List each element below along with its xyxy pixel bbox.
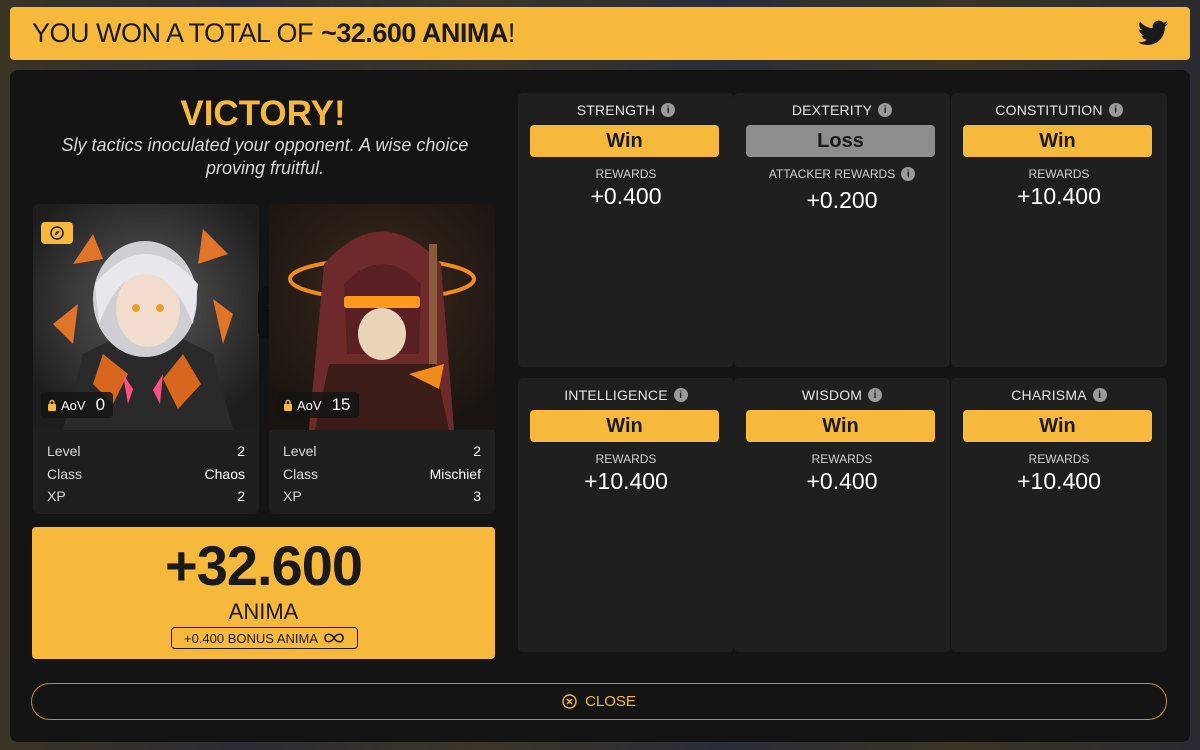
opponent-aov-badge: AoV 15 xyxy=(277,392,359,418)
attr-result-badge: Loss xyxy=(746,125,935,157)
banner-amount: ~32.600 ANIMA xyxy=(321,18,508,48)
attr-name: WISDOM xyxy=(801,387,863,403)
attr-name: STRENGTH xyxy=(576,102,656,118)
player-stats: Level 2 Class Chaos XP 2 xyxy=(47,440,245,508)
reward-label: REWARDS xyxy=(595,452,657,466)
stat-label: Level xyxy=(47,443,81,459)
close-button[interactable]: CLOSE xyxy=(31,683,1167,720)
total-amount: +32.600 xyxy=(165,534,363,597)
close-label: CLOSE xyxy=(585,693,636,710)
attr-panel-strength: STRENGTH i Win REWARDS +0.400 xyxy=(518,93,734,367)
info-icon[interactable]: i xyxy=(1108,103,1123,117)
reward-value: +10.400 xyxy=(1017,468,1101,494)
player-card[interactable]: AoV 0 Level 2 Class Chaos XP 2 xyxy=(33,204,259,514)
bonus-anima-badge: +0.400 BONUS ANIMA xyxy=(171,627,358,649)
attr-name: CONSTITUTION xyxy=(995,102,1103,118)
stat-value: 3 xyxy=(473,488,481,504)
stat-label: Class xyxy=(283,465,319,482)
attr-panel-constitution: CONSTITUTION i Win REWARDS +10.400 xyxy=(951,93,1167,367)
attr-result-badge: Win xyxy=(746,410,935,442)
opponent-card[interactable]: AoV 15 Level 2 Class Mischief XP 3 xyxy=(269,204,495,514)
reward-value: +0.400 xyxy=(590,183,662,209)
stat-row-class: Class Chaos xyxy=(47,463,245,486)
attr-result-badge: Win xyxy=(963,125,1152,157)
aov-value: 0 xyxy=(95,395,106,414)
reward-label: ATTACKER REWARDS xyxy=(768,167,896,181)
stat-row-class: Class Mischief xyxy=(283,463,481,486)
stat-row-xp: XP 3 xyxy=(283,485,481,508)
victory-title: VICTORY! xyxy=(180,94,346,133)
attr-name: CHARISMA xyxy=(1011,387,1087,403)
banner-prefix: YOU WON A TOTAL OF xyxy=(32,18,314,48)
bonus-label: +0.400 BONUS ANIMA xyxy=(183,630,319,646)
info-icon[interactable]: i xyxy=(661,103,676,117)
infinity-icon xyxy=(324,633,344,643)
stat-value: 2 xyxy=(237,443,245,459)
attr-name: INTELLIGENCE xyxy=(564,387,668,403)
stat-value: 2 xyxy=(473,443,481,459)
reward-label: REWARDS xyxy=(1028,452,1090,466)
aov-label: AoV xyxy=(297,397,322,413)
aov-value: 15 xyxy=(331,395,351,414)
total-unit: ANIMA xyxy=(228,599,299,624)
reward-label: REWARDS xyxy=(595,167,657,181)
attr-panel-charisma: CHARISMA i Win REWARDS +10.400 xyxy=(951,378,1167,652)
opponent-stats: Level 2 Class Mischief XP 3 xyxy=(283,440,481,508)
attr-name: DEXTERITY xyxy=(791,102,873,118)
stat-value: Mischief xyxy=(429,465,481,482)
reward-value: +0.200 xyxy=(806,187,878,213)
stat-row-xp: XP 2 xyxy=(47,485,245,508)
compass-badge-icon xyxy=(41,222,73,244)
attr-panel-intelligence: INTELLIGENCE i Win REWARDS +10.400 xyxy=(518,378,734,652)
victory-message: Sly tactics inoculated your opponent. A … xyxy=(61,135,469,178)
reward-value: +0.400 xyxy=(806,468,878,494)
close-circle-icon xyxy=(562,694,577,709)
stat-label: Class xyxy=(47,465,83,482)
lock-icon xyxy=(284,399,292,411)
banner-suffix: ! xyxy=(507,18,516,48)
stat-row-level: Level 2 xyxy=(47,440,245,463)
stat-label: XP xyxy=(283,488,302,504)
attr-result-badge: Win xyxy=(530,125,719,157)
player-aov-badge: AoV 0 xyxy=(41,392,114,418)
stat-value: 2 xyxy=(237,488,245,504)
stat-label: Level xyxy=(283,443,317,459)
battle-result-modal: VICTORY! Sly tactics inoculated your opp… xyxy=(10,70,1190,742)
info-icon[interactable]: i xyxy=(868,388,883,402)
twitter-icon[interactable] xyxy=(1138,19,1168,47)
attr-panel-dexterity: DEXTERITY i Loss ATTACKER REWARDS i +0.200 xyxy=(734,93,950,367)
attr-result-badge: Win xyxy=(963,410,1152,442)
total-reward-panel: +32.600 ANIMA +0.400 BONUS ANIMA xyxy=(32,527,495,659)
stat-value: Chaos xyxy=(204,465,245,482)
attr-result-badge: Win xyxy=(530,410,719,442)
info-icon[interactable]: i xyxy=(901,167,916,181)
reward-label: REWARDS xyxy=(1028,167,1090,181)
win-banner: YOU WON A TOTAL OF ~32.600 ANIMA! xyxy=(10,7,1190,60)
attr-panel-wisdom: WISDOM i Win REWARDS +0.400 xyxy=(734,378,950,652)
info-icon[interactable]: i xyxy=(673,388,688,402)
stat-row-level: Level 2 xyxy=(283,440,481,463)
info-icon[interactable]: i xyxy=(1092,388,1107,402)
reward-value: +10.400 xyxy=(1017,183,1101,209)
stat-label: XP xyxy=(47,488,66,504)
info-icon[interactable]: i xyxy=(878,103,893,117)
reward-label: REWARDS xyxy=(811,452,873,466)
aov-label: AoV xyxy=(61,397,86,413)
lock-icon xyxy=(48,399,56,411)
reward-value: +10.400 xyxy=(584,468,668,494)
